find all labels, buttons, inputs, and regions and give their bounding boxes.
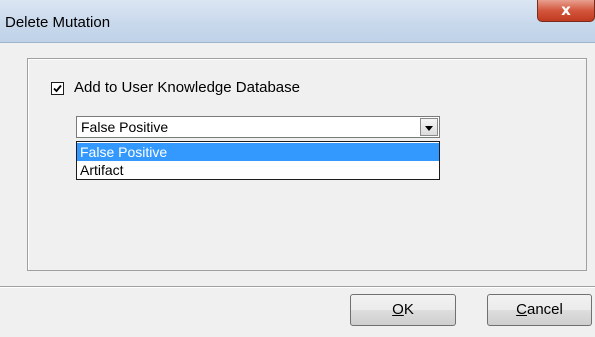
- cancel-button[interactable]: Cancel: [487, 294, 592, 326]
- close-icon: x: [561, 1, 571, 19]
- cancel-label: Cancel: [516, 301, 563, 318]
- category-combobox[interactable]: False Positive: [76, 116, 440, 138]
- delete-mutation-dialog: Delete Mutation x Add to User Knowledge …: [0, 0, 595, 337]
- ok-button[interactable]: OK: [350, 294, 456, 326]
- title-bar[interactable]: Delete Mutation x: [0, 0, 595, 43]
- divider-highlight: [0, 287, 595, 288]
- combo-selected-value: False Positive: [81, 119, 169, 135]
- add-to-knowledge-db-checkbox[interactable]: [51, 82, 64, 95]
- option-artifact[interactable]: Artifact: [77, 161, 439, 179]
- chevron-down-icon[interactable]: [420, 118, 438, 136]
- category-dropdown-list: False Positive Artifact: [76, 141, 440, 180]
- window-title: Delete Mutation: [5, 14, 111, 31]
- checkbox-label[interactable]: Add to User Knowledge Database: [74, 79, 300, 96]
- option-false-positive[interactable]: False Positive: [77, 143, 439, 161]
- ok-label: OK: [392, 301, 414, 318]
- close-button[interactable]: x: [537, 0, 595, 22]
- checkmark-icon: [53, 84, 62, 93]
